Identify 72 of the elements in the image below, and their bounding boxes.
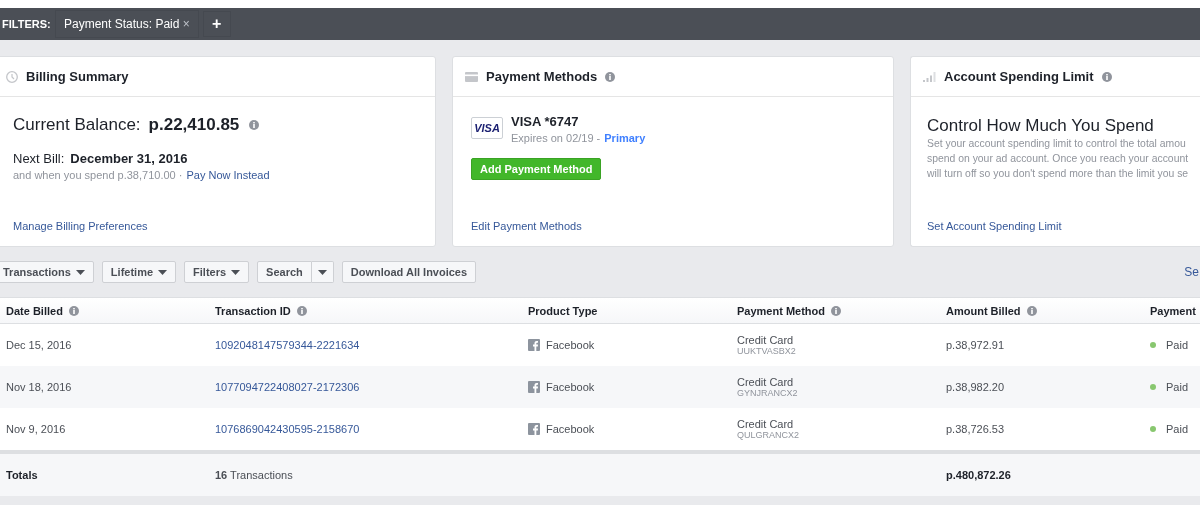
transaction-link[interactable]: 1076869042430595-2158670 bbox=[215, 423, 360, 435]
transaction-count: 16 Transactions bbox=[215, 469, 293, 481]
filters-label: FILTERS: bbox=[2, 18, 52, 30]
card-title: Account Spending Limit bbox=[944, 69, 1094, 84]
totals-label: Totals bbox=[6, 469, 38, 481]
visa-logo: VISA bbox=[471, 117, 503, 139]
dropdown-button[interactable]: Filters bbox=[184, 261, 250, 283]
info-icon bbox=[605, 71, 616, 82]
card-code: QULGRANCX2 bbox=[737, 430, 799, 440]
table-cell: Facebook bbox=[546, 339, 595, 351]
status-text: Paid bbox=[1166, 423, 1189, 435]
threshold-text: and when you spend p.38,710.00 · bbox=[13, 169, 183, 181]
transaction-link[interactable]: 1077094722408027-2172306 bbox=[215, 381, 360, 393]
balance-amount: p.22,410.85 bbox=[148, 115, 240, 135]
edit-payment-link[interactable]: Edit Payment Methods bbox=[471, 220, 878, 232]
balance-label: Current Balance: bbox=[13, 115, 141, 135]
manage-billing-link[interactable]: Manage Billing Preferences bbox=[13, 220, 420, 232]
card-icon bbox=[465, 71, 478, 82]
caret-icon bbox=[231, 269, 241, 275]
facebook-icon bbox=[528, 339, 540, 351]
table-cell: Nov 18, 2016 bbox=[6, 381, 72, 393]
table-cell: Facebook bbox=[546, 381, 595, 393]
search-dropdown-button[interactable] bbox=[311, 261, 334, 283]
see-link[interactable]: Se bbox=[1184, 265, 1199, 279]
caret-icon bbox=[317, 269, 327, 275]
clock-icon bbox=[6, 70, 18, 83]
remove-filter-button[interactable]: × bbox=[182, 17, 190, 31]
filter-chip[interactable]: Payment Status: Paid × bbox=[55, 10, 199, 38]
column-header: Payment bbox=[1150, 304, 1196, 317]
download-invoices-button[interactable]: Download All Invoices bbox=[341, 261, 477, 283]
card-title: Billing Summary bbox=[26, 69, 129, 84]
column-header: Product Type bbox=[528, 304, 598, 317]
info-icon bbox=[1101, 71, 1112, 82]
info-icon bbox=[249, 120, 260, 130]
column-header: Date Billed bbox=[6, 304, 63, 317]
search-button[interactable]: Search bbox=[257, 261, 312, 283]
card-code: GYNJRANCX2 bbox=[737, 388, 798, 398]
status-text: Paid bbox=[1166, 339, 1189, 351]
table-cell: Credit Card bbox=[737, 334, 794, 346]
signal-bars-icon bbox=[923, 71, 936, 82]
pay-now-link[interactable]: Pay Now Instead bbox=[186, 169, 270, 181]
spending-limit-link[interactable]: Set Account Spending Limit bbox=[927, 220, 1200, 232]
facebook-icon bbox=[528, 381, 540, 393]
column-header: Payment Method bbox=[737, 304, 825, 317]
table-cell: p.38,972.91 bbox=[946, 339, 1005, 351]
total-amount: p.480,872.26 bbox=[946, 469, 1011, 481]
dropdown-button[interactable]: Transactions bbox=[0, 261, 94, 283]
add-filter-button[interactable]: + bbox=[202, 11, 231, 37]
table-cell: Nov 9, 2016 bbox=[6, 423, 66, 435]
card-code: UUKTVASBX2 bbox=[737, 346, 796, 356]
next-bill-date: December 31, 2016 bbox=[70, 151, 188, 166]
card-title: Payment Methods bbox=[486, 69, 598, 84]
card-name: VISA *6747 bbox=[511, 114, 580, 129]
table-cell: Credit Card bbox=[737, 418, 794, 430]
transaction-link[interactable]: 1092048147579344-2221634 bbox=[215, 339, 360, 351]
next-bill-label: Next Bill: bbox=[13, 151, 65, 166]
dropdown-button[interactable]: Lifetime bbox=[101, 261, 177, 283]
primary-label: Primary bbox=[604, 132, 646, 144]
spending-heading: Control How Much You Spend bbox=[927, 116, 1155, 136]
status-text: Paid bbox=[1166, 381, 1189, 393]
table-cell: p.38,982.20 bbox=[946, 381, 1005, 393]
facebook-icon bbox=[528, 423, 540, 435]
expiry-text: Expires on 02/19 - bbox=[511, 132, 601, 144]
column-header: Amount Billed bbox=[946, 304, 1021, 317]
caret-icon bbox=[75, 269, 85, 275]
column-header: Transaction ID bbox=[215, 304, 291, 317]
table-cell: p.38,726.53 bbox=[946, 423, 1005, 435]
table-cell: Credit Card bbox=[737, 376, 794, 388]
table-cell: Facebook bbox=[546, 423, 595, 435]
description-text: Set your account spending limit to control the total amou spend on your ad account. Once you reach your account will turn off so you don't spend more than the limit you se bbox=[927, 137, 1190, 181]
caret-icon bbox=[158, 269, 168, 275]
table-cell: Dec 15, 2016 bbox=[6, 339, 72, 351]
